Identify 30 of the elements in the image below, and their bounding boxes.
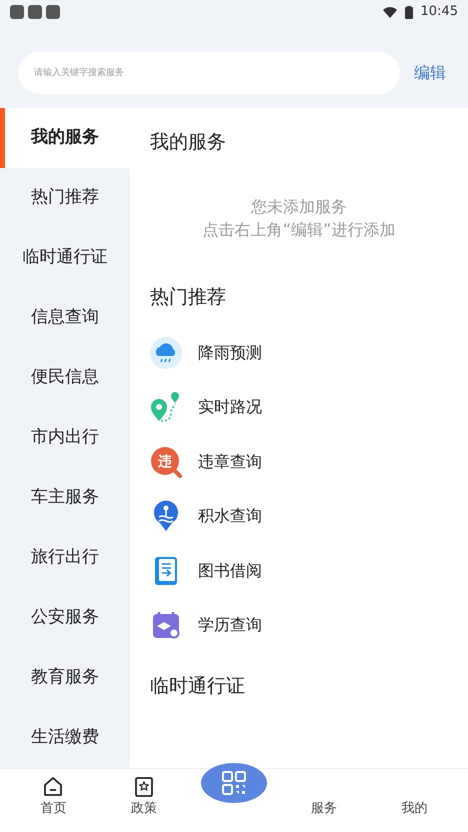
nav-tab[interactable]: 服务 bbox=[278, 769, 370, 832]
section-heading: 临时通行证 bbox=[150, 674, 246, 700]
calendar-cap-icon bbox=[150, 609, 182, 642]
nav-tab[interactable]: 政策 bbox=[98, 769, 190, 832]
icon-glyph: 违 bbox=[158, 454, 172, 470]
route-pin-icon bbox=[150, 391, 182, 424]
nav-tab[interactable]: 首页 bbox=[8, 769, 99, 832]
clock: 10:45 bbox=[420, 3, 458, 22]
rain-cloud-icon bbox=[150, 336, 182, 369]
section-heading: 热门推荐 bbox=[150, 284, 227, 310]
service-item[interactable]: 积水查询 bbox=[150, 488, 448, 544]
battery-icon bbox=[404, 6, 413, 18]
empty-message: 点击右上角“编辑”进行添加 bbox=[202, 218, 396, 241]
notification-icon bbox=[46, 5, 60, 19]
nav-tab[interactable]: 我的 bbox=[369, 769, 460, 832]
wifi-icon bbox=[382, 6, 397, 18]
selection-indicator bbox=[0, 108, 5, 168]
service-item[interactable]: 违 违章查询 bbox=[150, 434, 448, 489]
service-item[interactable]: 学历查询 bbox=[150, 598, 448, 652]
sidebar-item[interactable]: 我的服务 bbox=[0, 108, 130, 168]
qr-code-icon bbox=[222, 771, 246, 795]
section-heading: 我的服务 bbox=[150, 130, 227, 155]
edit-button[interactable]: 编辑 bbox=[408, 61, 452, 85]
service-item[interactable]: 实时路况 bbox=[150, 380, 448, 434]
notification-icon bbox=[10, 5, 24, 19]
notification-icon bbox=[28, 5, 42, 19]
service-item[interactable]: 降雨预测 bbox=[150, 325, 448, 380]
empty-message: 您未添加服务 bbox=[250, 196, 348, 218]
service-item[interactable]: 图书借阅 bbox=[150, 543, 448, 598]
search-field[interactable]: 请输入关键字搜索服务 bbox=[18, 52, 400, 94]
